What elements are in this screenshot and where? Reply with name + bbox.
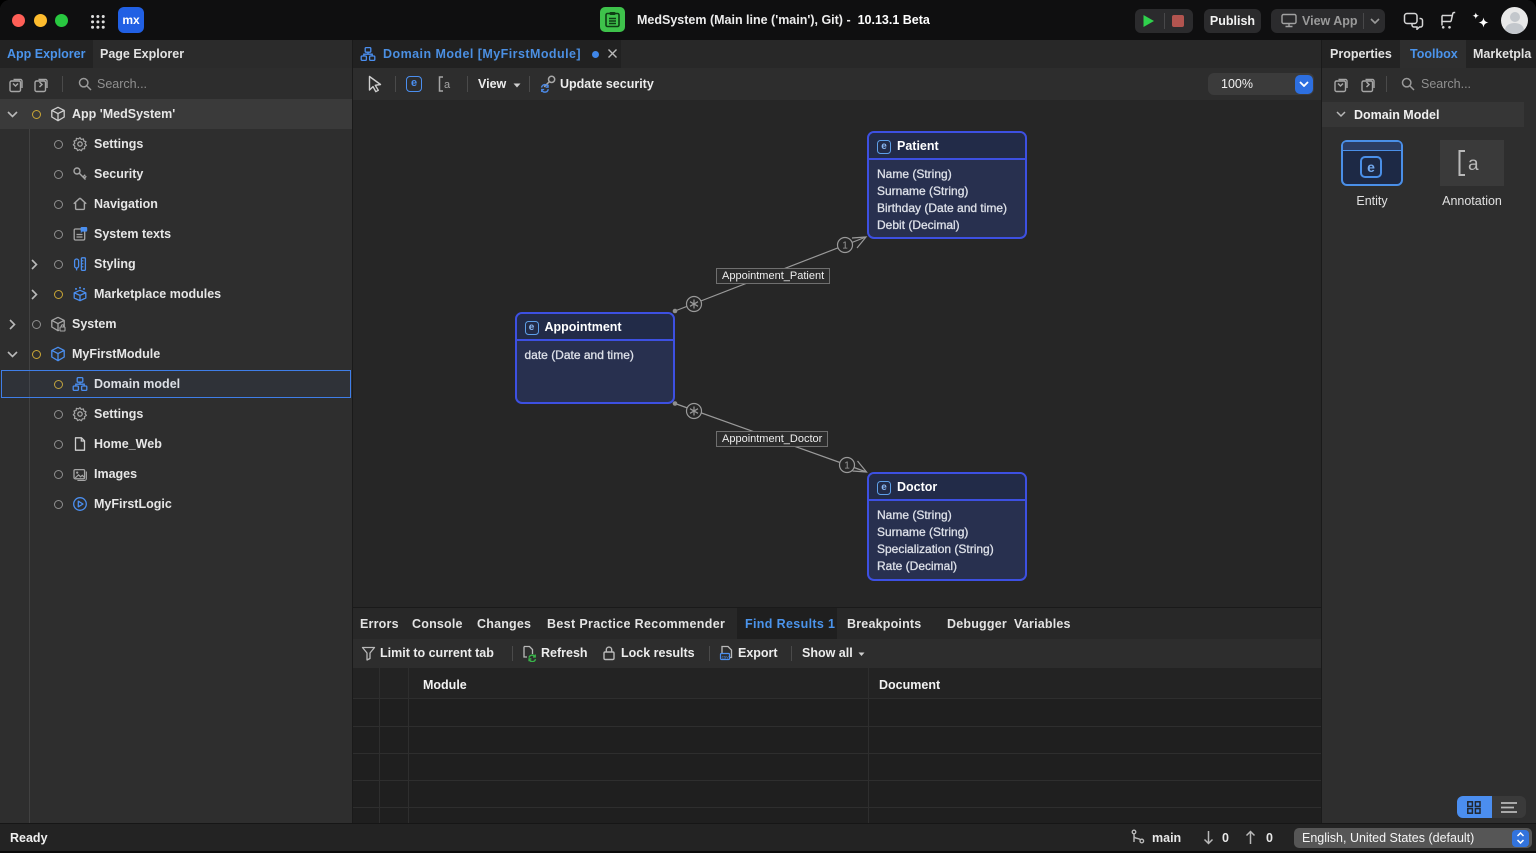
svg-text:a: a — [1468, 154, 1479, 175]
svg-text:1: 1 — [842, 241, 848, 252]
svg-text:csv: csv — [722, 654, 730, 659]
svg-text:1: 1 — [844, 461, 850, 472]
svg-text:a: a — [444, 79, 451, 91]
